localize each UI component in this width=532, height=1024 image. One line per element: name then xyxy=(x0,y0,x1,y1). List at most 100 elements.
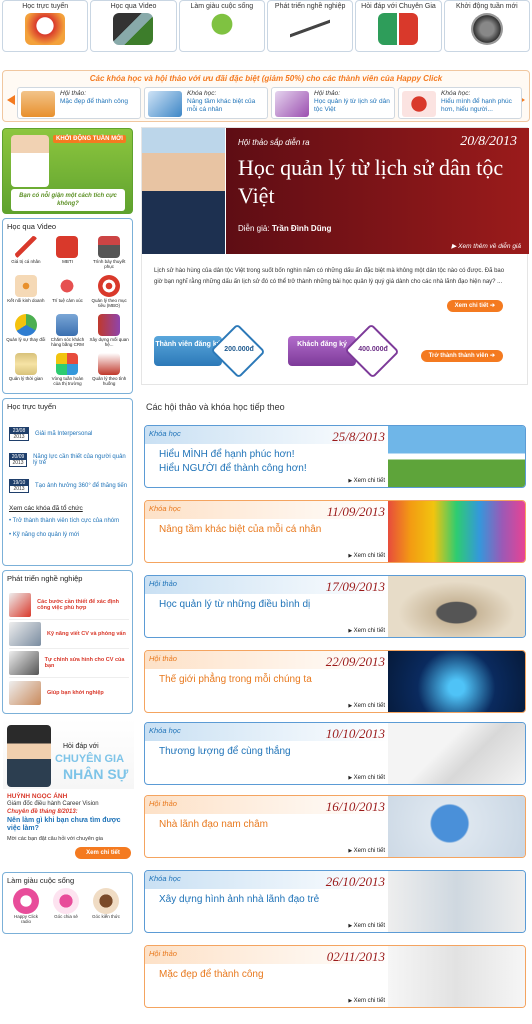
event-detail-link[interactable]: Xem chi tiết xyxy=(348,848,385,854)
tab-lam-giau-cuoc-song[interactable]: Làm giàu cuộc sống xyxy=(178,0,265,52)
man-image xyxy=(11,135,49,187)
event-detail-link[interactable]: Xem chi tiết xyxy=(348,553,385,559)
video-item[interactable]: Trí tuệ cảm xúc xyxy=(48,273,88,310)
become-member-button[interactable]: Trở thành thành viên ➔ xyxy=(420,350,503,362)
event-card[interactable]: Hội thảo 17/09/2013 Học quản lý từ những đ… xyxy=(144,575,526,638)
video-item[interactable]: Vòng tuần hoàn của thị trường xyxy=(48,351,88,388)
event-detail-link[interactable]: Xem chi tiết xyxy=(348,478,385,484)
promo-thumbnail xyxy=(402,91,436,117)
video-item[interactable]: Quản lý thời gian xyxy=(6,351,46,388)
organized-course-title: Kỹ năng cho quản lý mới xyxy=(12,532,80,538)
life-item[interactable]: Góc chia sẻ xyxy=(49,888,83,924)
promo-item[interactable]: Hội thảo: Học quản lý từ lịch sử dân tộc… xyxy=(271,87,395,119)
tab-hoi-dap-chuyen-gia[interactable]: Hỏi đáp với Chuyên Gia xyxy=(355,0,442,52)
tab-label: Làm giàu cuộc sống xyxy=(190,3,254,10)
promo-desc: Hiểu mình để hạnh phúc hơn, hiểu người..… xyxy=(441,98,512,113)
promo-strip: Các khóa học và hội thảo với ưu đãi đặc … xyxy=(2,70,530,122)
life-item[interactable]: Happy Click radio xyxy=(9,888,43,924)
event-card[interactable]: Hội thảo 22/09/2013 Thế giới phẳng trong m… xyxy=(144,650,526,713)
video-item[interactable]: Trình bày thuyết phục xyxy=(89,234,129,271)
panel-title: Học qua Video xyxy=(7,222,57,231)
career-item[interactable]: Kỹ năng viết CV và phỏng vấn xyxy=(9,620,129,649)
event-card[interactable]: Hội thảo 02/11/2013 Mặc đẹp để thành công X… xyxy=(144,945,526,1008)
event-card[interactable]: Khóa học 26/10/2013 Xây dựng hình ảnh nhà … xyxy=(144,870,526,933)
expert-panel: Hỏi đáp với CHUYÊN GIA NHÂN SỰ HUỲNH NGỌ… xyxy=(2,718,134,868)
expert-name: HUỲNH NGỌC ÁNH xyxy=(7,793,68,800)
become-member-label: Trở thành thành viên xyxy=(428,353,489,359)
promo-heading: Các khóa học và hội thảo với ưu đãi đặc … xyxy=(89,74,443,83)
online-course-item[interactable]: 23/08 2013 Giải mã Interpersonal xyxy=(9,421,129,447)
presenter-icon xyxy=(98,236,121,258)
crm-icon xyxy=(56,314,79,336)
career-title: Giúp bạn khởi nghiệp xyxy=(47,689,104,696)
video-item[interactable]: Quản lý theo tình huống xyxy=(89,351,129,388)
event-card[interactable]: Khóa học 11/09/2013 Nâng tầm khác biệt của… xyxy=(144,500,526,563)
event-card[interactable]: Khóa học 25/8/2013 Hiểu MÌNH để hạnh phúc … xyxy=(144,425,526,488)
tab-phat-trien-nghe-nghiep[interactable]: Phát triển nghề nghiệp xyxy=(266,0,354,52)
video-item[interactable]: Quản lý theo mục tiêu (MBO) xyxy=(89,273,129,310)
event-detail-link[interactable]: Xem chi tiết xyxy=(348,628,385,634)
tab-hoc-qua-video[interactable]: Học qua Video xyxy=(90,0,177,52)
event-card[interactable]: Khóa học 10/10/2013 Thương lượng để cùng t… xyxy=(144,722,526,785)
seminar-detail-button[interactable]: Xem chi tiết ➔ xyxy=(446,300,503,312)
organized-course-item[interactable]: • Kỹ năng cho quản lý mới xyxy=(9,532,129,538)
question-icon xyxy=(56,236,79,258)
tab-hoc-truc-tuyen[interactable]: Học trực tuyến xyxy=(2,0,89,52)
video-grid: Giá trị cá nhân MBTI Trình bày thuyết ph… xyxy=(3,234,132,388)
video-item[interactable]: MBTI xyxy=(48,234,88,271)
event-image xyxy=(388,796,525,857)
event-date: 22/09/2013 xyxy=(325,654,385,669)
career-thumbnail xyxy=(9,651,39,675)
event-title: Nâng tầm khác biệt của mỗi cá nhân xyxy=(159,524,322,535)
promo-item[interactable]: Hội thảo: Mặc đẹp để thành công xyxy=(17,87,141,119)
tab-khoi-dong-tuan-moi[interactable]: Khởi động tuần mới xyxy=(443,0,530,52)
event-date: 26/10/2013 xyxy=(325,874,385,889)
event-detail-link[interactable]: Xem chi tiết xyxy=(348,775,385,781)
event-category: Hội thảo xyxy=(149,799,177,808)
life-item[interactable]: Góc kiến thức xyxy=(89,888,123,924)
event-image xyxy=(388,723,525,784)
event-image xyxy=(388,871,525,932)
event-detail-link[interactable]: Xem chi tiết xyxy=(348,923,385,929)
video-item[interactable]: Xây dựng mối quan hệ... xyxy=(89,312,129,349)
online-course-item[interactable]: 20/09 2013 Năng lực cần thiết của người q… xyxy=(9,447,129,473)
video-item[interactable]: Giá trị cá nhân xyxy=(6,234,46,271)
event-date: 17/09/2013 xyxy=(325,579,385,594)
seminar-label: Hội thảo sắp diễn ra xyxy=(238,138,310,147)
event-category: Khóa học xyxy=(149,874,181,883)
expert-topic[interactable]: Nên làm gì khi bạn chưa tìm được việc là… xyxy=(7,817,131,833)
network-icon xyxy=(14,275,37,297)
career-title: Tự chỉnh sửa hình cho CV của bạn xyxy=(44,657,125,669)
expert-detail-button[interactable]: Xem chi tiết xyxy=(75,847,131,859)
date-badge: 23/08 2013 xyxy=(9,427,29,441)
career-item[interactable]: Giúp bạn khởi nghiệp xyxy=(9,678,129,707)
promo-item[interactable]: Khóa học: Nâng tầm khác biệt của mỗi cá … xyxy=(144,87,268,119)
promo-item[interactable]: Khóa học: Hiểu mình để hạnh phúc hơn, hi… xyxy=(398,87,522,119)
seminar-banner: Hội thảo sắp diễn ra 20/8/2013 Học quản … xyxy=(226,128,529,254)
online-course-item[interactable]: 19/10 2013 Tạo ảnh hưởng 360° để thăng ti… xyxy=(9,473,129,499)
week-start-banner[interactable]: KHỞI ĐỘNG TUẦN MỚI Bạn có nỗi giận một c… xyxy=(2,128,133,214)
event-title: Thế giới phẳng trong mỗi chúng ta xyxy=(159,674,312,685)
video-label: Giá trị cá nhân xyxy=(11,259,41,264)
career-item[interactable]: Các bước cần thiết để xác định công việc… xyxy=(9,591,129,620)
course-title: Giải mã Interpersonal xyxy=(35,431,93,437)
handshake-icon xyxy=(98,314,121,336)
course-title: Tạo ảnh hưởng 360° để thăng tiến xyxy=(35,483,128,489)
video-item[interactable]: Kết nối kinh doanh xyxy=(6,273,46,310)
expert-photo xyxy=(7,725,51,787)
event-category: Hội thảo xyxy=(149,949,177,958)
video-item[interactable]: Quản lý sự thay đổi xyxy=(6,312,46,349)
event-detail-link[interactable]: Xem chi tiết xyxy=(348,998,385,1004)
organized-course-title: Trở thành thành viên tích cực của nhóm xyxy=(12,518,120,524)
organized-course-item[interactable]: • Trở thành thành viên tích cực của nhóm xyxy=(9,518,129,524)
prev-arrow-icon[interactable] xyxy=(7,95,15,105)
video-item[interactable]: Chăm sóc khách hàng bằng CRM xyxy=(48,312,88,349)
event-detail-link[interactable]: Xem chi tiết xyxy=(348,703,385,709)
event-category: Hội thảo xyxy=(149,654,177,663)
event-card[interactable]: Hội thảo 16/10/2013 Nhà lãnh đạo nam châm X… xyxy=(144,795,526,858)
career-item[interactable]: Tự chỉnh sửa hình cho CV của bạn xyxy=(9,649,129,678)
speaker-more-link[interactable]: ▶ Xem thêm về diễn giả xyxy=(451,242,521,250)
guest-price: 400.000đ xyxy=(358,346,388,353)
speaker-photo xyxy=(142,128,225,254)
organized-courses-link[interactable]: Xem các khóa đã tổ chức xyxy=(9,505,129,512)
